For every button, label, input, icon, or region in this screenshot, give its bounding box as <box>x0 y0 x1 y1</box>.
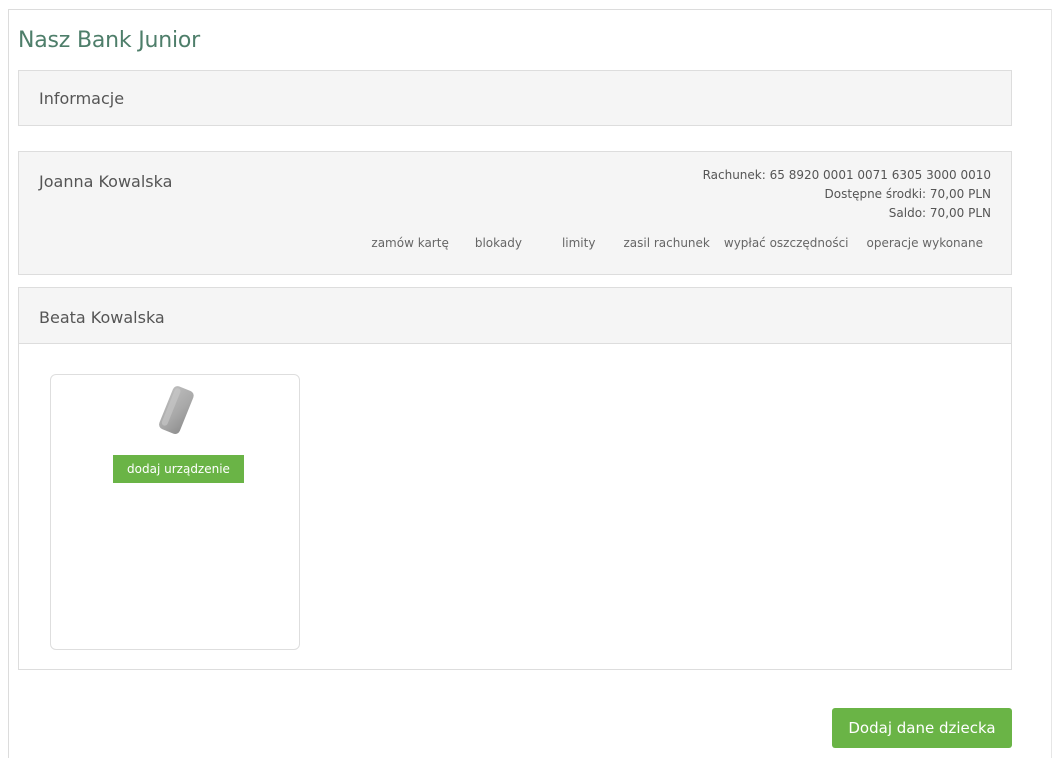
child-panel-header: Beata Kowalska <box>19 288 1011 344</box>
left-divider <box>8 9 9 758</box>
account-number-line: Rachunek: 65 8920 0001 0071 6305 3000 00… <box>703 166 991 185</box>
account-summary: Rachunek: 65 8920 0001 0071 6305 3000 00… <box>703 166 991 223</box>
child-name: Joanna Kowalska <box>39 172 173 191</box>
info-panel-title[interactable]: Informacje <box>39 89 124 108</box>
info-panel[interactable]: Informacje <box>18 70 1012 126</box>
available-funds-line: Dostępne środki: 70,00 PLN <box>703 185 991 204</box>
account-number-label: Rachunek: <box>702 168 766 182</box>
balance-line: Saldo: 70,00 PLN <box>703 204 991 223</box>
action-order-card[interactable]: zamów kartę <box>371 236 448 250</box>
child-panel-beata: Beata Kowalska dodaj urządzenie <box>18 287 1012 670</box>
balance-value: 70,00 PLN <box>929 206 991 220</box>
child-name: Beata Kowalska <box>39 308 165 327</box>
add-device-button[interactable]: dodaj urządzenie <box>113 455 244 483</box>
add-child-data-button[interactable]: Dodaj dane dziecka <box>832 708 1012 748</box>
balance-label: Saldo: <box>888 206 927 220</box>
action-completed-operations[interactable]: operacje wykonane <box>867 236 983 250</box>
action-top-up-account[interactable]: zasil rachunek <box>623 236 709 250</box>
action-limits[interactable]: limity <box>562 236 596 250</box>
device-card: dodaj urządzenie <box>50 374 300 650</box>
account-actions: zamów kartę blokady limity zasil rachune… <box>371 236 983 250</box>
action-blocks[interactable]: blokady <box>475 236 522 250</box>
page: Nasz Bank Junior Informacje Joanna Kowal… <box>0 0 1052 758</box>
mobile-device-icon <box>159 386 194 435</box>
page-title: Nasz Bank Junior <box>18 28 200 53</box>
available-funds-value: 70,00 PLN <box>929 187 991 201</box>
account-number: 65 8920 0001 0071 6305 3000 0010 <box>769 168 991 182</box>
available-funds-label: Dostępne środki: <box>824 187 927 201</box>
action-withdraw-savings[interactable]: wypłać oszczędności <box>724 236 849 250</box>
top-divider <box>8 9 1052 10</box>
child-panel-joanna: Joanna Kowalska Rachunek: 65 8920 0001 0… <box>18 151 1012 275</box>
